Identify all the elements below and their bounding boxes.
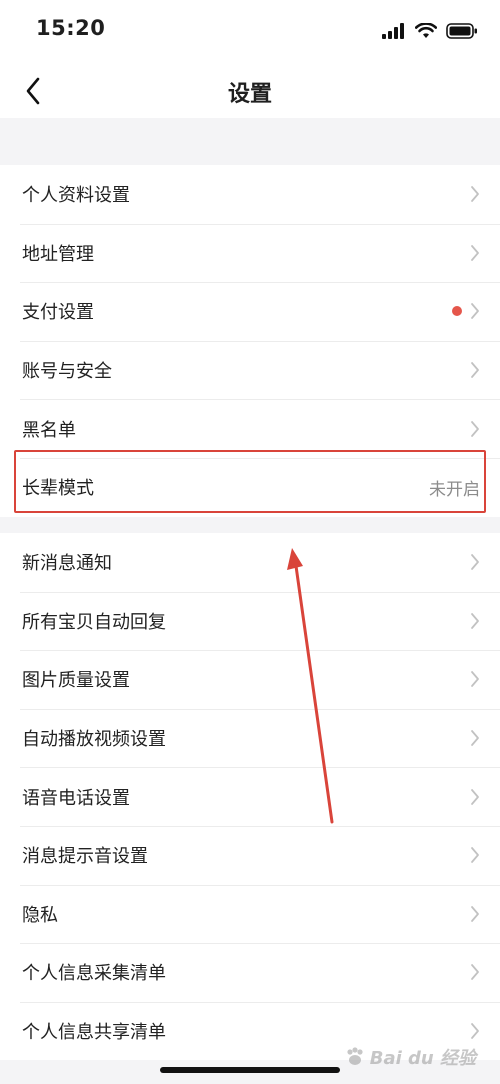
watermark: Bai du 经验 (344, 1044, 476, 1070)
annotation-arrow (287, 548, 334, 824)
watermark-text: Bai du 经验 (369, 1048, 476, 1069)
home-indicator (160, 1067, 340, 1073)
paw-logo-icon (347, 1047, 363, 1065)
